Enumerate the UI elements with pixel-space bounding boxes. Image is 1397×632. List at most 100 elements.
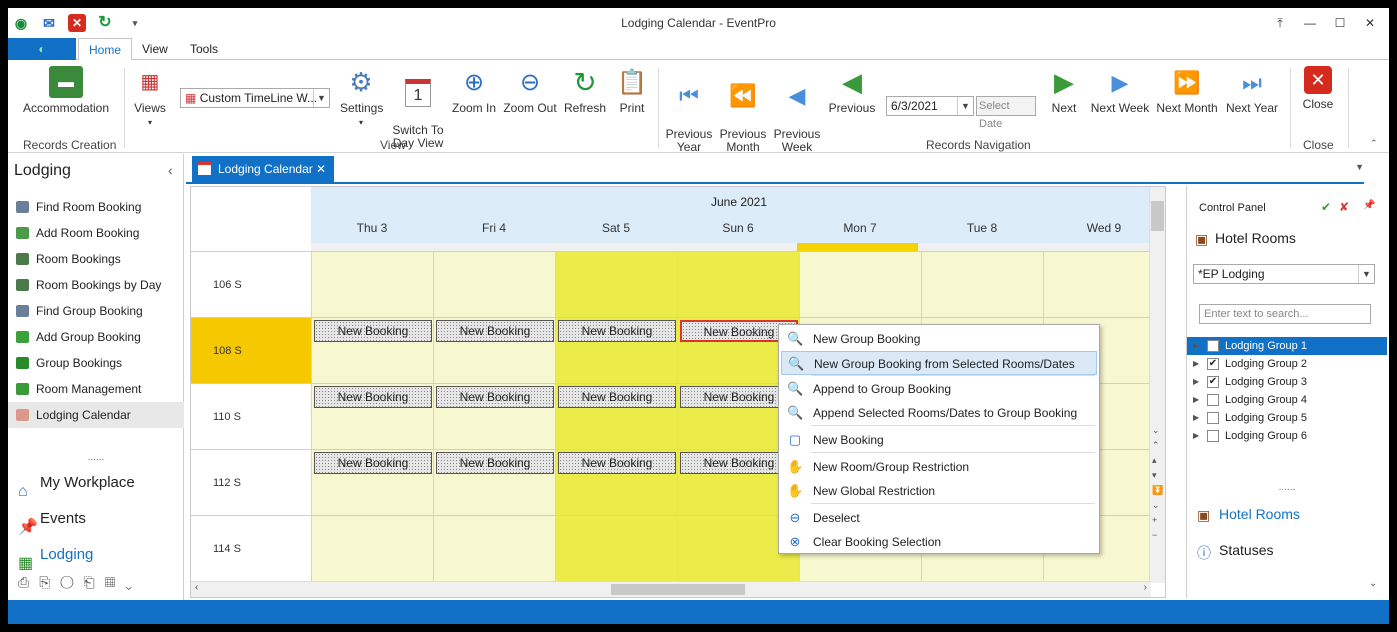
booking-block[interactable]: New Booking [558,386,676,408]
room-label[interactable]: 112 S [191,450,311,516]
menu-item[interactable]: 🔍 New Group Booking from Selected Rooms/D… [781,351,1097,375]
calendar-cell[interactable]: New Booking [433,450,555,516]
calendar-cell[interactable] [555,252,677,318]
collapse-ribbon-icon[interactable]: ⌃ [1370,138,1378,149]
tree-item-lodging-group[interactable]: ▶ ✔ Lodging Group 3 [1187,373,1387,391]
checkbox[interactable]: ✔ [1207,376,1219,388]
nav-section-0[interactable]: ⌂ My Workplace [8,466,184,500]
statuses-link[interactable]: ⓘ Statuses [1197,542,1273,561]
panel-splitter[interactable]: ...... [1187,482,1387,493]
menu-item[interactable]: ⊗ Clear Booking Selection [781,530,1097,554]
nav-item[interactable]: Find Group Booking [8,298,184,324]
room-label[interactable]: 106 S [191,252,311,318]
calendar-cell[interactable] [921,252,1043,318]
chevron-down-icon[interactable]: ▼ [1358,265,1374,283]
expand-icon[interactable]: ▶ [1193,355,1199,373]
restore-ribbon-icon[interactable]: ⤒ [1270,14,1290,32]
checkbox[interactable]: ✔ [1207,358,1219,370]
room-label[interactable]: 114 S [191,516,311,582]
tab-tools[interactable]: Tools [180,38,228,60]
nav-item[interactable]: Lodging Calendar [8,402,184,428]
settings-button[interactable]: ⚙ Settings ▾ [340,66,383,129]
tree-item-lodging-group[interactable]: ▶ ✔ Lodging Group 1 [1187,337,1387,355]
scroll-nav-icons[interactable]: ⌄ ⌃ ▴ ▾ ⏬ ⌄ + − [1152,423,1163,543]
booking-block[interactable]: New Booking [436,452,554,474]
tab-close-icon[interactable]: ✕ [316,156,326,182]
checkbox[interactable]: ✔ [1207,340,1219,352]
tab-home[interactable]: Home [78,38,133,61]
booking-block[interactable]: New Booking [314,386,432,408]
calendar-cell[interactable] [311,516,433,582]
next-year-button[interactable]: ⏭ Next Year [1224,66,1280,115]
nav-section-1[interactable]: 📌 Events [8,502,184,536]
calendar-cell[interactable] [311,252,433,318]
checkbox[interactable] [1207,394,1219,406]
nav-section-2[interactable]: ▦ Lodging [8,538,184,572]
calendar-cell[interactable] [677,252,799,318]
booking-block[interactable]: New Booking [558,452,676,474]
calendar-cell[interactable]: New Booking [311,384,433,450]
calendar-cell[interactable] [1043,252,1165,318]
menu-item[interactable]: ⊖ Deselect [781,506,1097,530]
menu-item[interactable]: 🔍 Append to Group Booking [781,377,1097,401]
date-combo[interactable]: 6/3/2021 ▼ [886,96,974,116]
scroll-thumb[interactable] [611,584,745,595]
views-button[interactable]: ▦ Views ▾ [130,66,170,129]
calendar-cell[interactable]: New Booking [433,384,555,450]
check-all-icon[interactable]: ✔ [1321,200,1331,214]
tab-lodging-calendar[interactable]: Lodging Calendar ✕ [192,156,334,182]
booking-block[interactable]: New Booking [314,452,432,474]
refresh-button[interactable]: ↻ Refresh [562,66,608,115]
tab-list-dropdown-icon[interactable]: ▼ [1355,162,1364,172]
booking-block[interactable]: New Booking [314,320,432,342]
tree-item-lodging-group[interactable]: ▶ Lodging Group 5 [1187,409,1387,427]
next-month-button[interactable]: ⏩ Next Month [1156,66,1218,115]
calendar-cell[interactable] [433,252,555,318]
expand-icon[interactable]: ▶ [1193,427,1199,445]
close-button[interactable]: ✕ Close [1298,66,1338,111]
booking-block[interactable]: New Booking [558,320,676,342]
previous-month-button[interactable]: ⏪ Previous Month [716,66,770,154]
zoom-in-button[interactable]: ⊕ Zoom In [452,66,496,115]
calendar-cell[interactable]: New Booking [555,318,677,384]
menu-item[interactable]: ▢ New Booking [781,428,1097,452]
expand-icon[interactable]: ▶ [1193,373,1199,391]
previous-year-button[interactable]: ⏮ Previous Year [664,66,714,154]
nav-shortcut-icons[interactable]: ⎙⎘◯⎗▦⌄ [18,574,142,591]
select-date-button[interactable]: Select Date [976,96,1036,130]
nav-item[interactable]: Room Management [8,376,184,402]
minimize-icon[interactable]: — [1300,14,1320,32]
menu-item[interactable]: ✋ New Global Restriction [781,479,1097,503]
calendar-cell[interactable]: New Booking [433,318,555,384]
lodging-combo[interactable]: *EP Lodging ▼ [1193,264,1375,284]
menu-item[interactable]: 🔍 Append Selected Rooms/Dates to Group Bo… [781,401,1097,425]
nav-splitter[interactable]: ...... [8,452,184,463]
chevron-down-icon[interactable]: ▼ [313,89,329,107]
expand-icon[interactable]: ▶ [1193,409,1199,427]
scroll-thumb[interactable] [1151,201,1164,231]
menu-item[interactable]: 🔍 New Group Booking [781,327,1097,351]
horizontal-scrollbar[interactable]: ‹ › [191,581,1151,597]
room-label[interactable]: 108 S [191,318,311,384]
nav-item[interactable]: Add Room Booking [8,220,184,246]
checkbox[interactable] [1207,412,1219,424]
nav-item[interactable]: Find Room Booking [8,194,184,220]
calendar-cell[interactable] [799,252,921,318]
uncheck-all-icon[interactable]: ✘ [1339,200,1349,214]
booking-block[interactable]: New Booking [436,320,554,342]
previous-button[interactable]: ◀ Previous [826,66,878,115]
room-label[interactable]: 110 S [191,384,311,450]
next-button[interactable]: ▶ Next [1044,66,1084,115]
vertical-scrollbar[interactable]: ⌄ ⌃ ▴ ▾ ⏬ ⌄ + − [1149,187,1165,583]
menu-item[interactable]: ✋ New Room/Group Restriction [781,455,1097,479]
calendar-cell[interactable] [433,516,555,582]
tree-item-lodging-group[interactable]: ▶ Lodging Group 4 [1187,391,1387,409]
hotel-rooms-link[interactable]: ▣ Hotel Rooms [1197,506,1300,523]
tab-view[interactable]: View [132,38,178,60]
scroll-right-icon[interactable]: › [1144,582,1147,593]
expand-icon[interactable]: ▶ [1193,337,1199,355]
calendar-cell[interactable]: New Booking [555,384,677,450]
calendar-cell[interactable] [555,516,677,582]
print-button[interactable]: 📋 Print [614,66,650,115]
checkbox[interactable] [1207,430,1219,442]
